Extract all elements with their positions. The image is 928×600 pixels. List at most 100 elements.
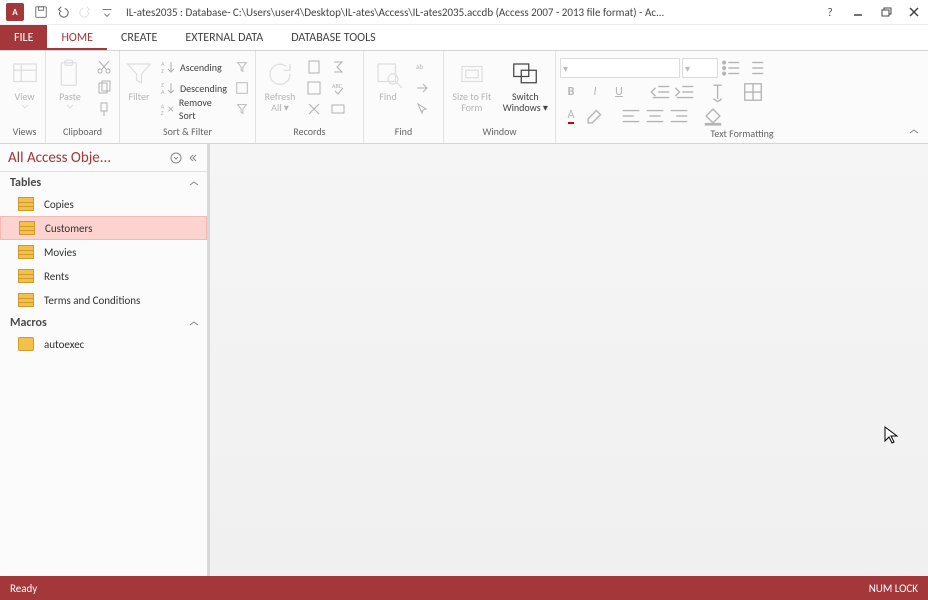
remove-sort-label: Remove Sort xyxy=(179,96,227,122)
size-to-fit-button[interactable]: Size to Fit Form xyxy=(448,57,496,123)
descending-button[interactable]: ZADescending xyxy=(158,78,229,98)
group-sort-filter-label: Sort & Filter xyxy=(124,125,251,141)
nav-item-copies[interactable]: Copies xyxy=(0,192,207,216)
font-size-combo[interactable]: ▾ xyxy=(682,58,718,78)
nav-item-movies[interactable]: Movies xyxy=(0,240,207,264)
sort-asc-icon: AZ xyxy=(160,59,176,75)
shutter-close-icon[interactable] xyxy=(185,151,199,165)
redo-icon[interactable] xyxy=(74,1,96,23)
nav-header[interactable]: All Access Obje... xyxy=(0,144,207,172)
nav-group-tables[interactable]: Tables xyxy=(0,172,207,192)
collapse-ribbon-icon[interactable] xyxy=(908,126,920,139)
bold-button[interactable]: B xyxy=(560,82,582,102)
new-record-button[interactable] xyxy=(304,57,324,77)
gridlines-button[interactable] xyxy=(742,82,764,102)
toggle-filter-button[interactable] xyxy=(233,99,251,119)
advanced-filter-button[interactable] xyxy=(233,78,251,98)
text-direction-button[interactable] xyxy=(708,82,730,102)
title-bar: A IL-ates2035 : Database- C:\Users\user4… xyxy=(0,0,928,25)
decrease-indent-button[interactable] xyxy=(650,82,672,102)
status-ready: Ready xyxy=(10,582,37,595)
window-title: IL-ates2035 : Database- C:\Users\user4\D… xyxy=(118,6,816,19)
refresh-icon xyxy=(265,59,295,89)
highlight-button[interactable] xyxy=(584,106,606,126)
group-window: Size to Fit Form Switch Windows ▾ Window xyxy=(444,51,556,143)
clipboard-small-buttons xyxy=(94,57,114,119)
table-icon xyxy=(18,269,34,283)
collapse-group-icon[interactable] xyxy=(189,177,199,190)
save-icon[interactable] xyxy=(30,1,52,23)
nav-group-macros[interactable]: Macros xyxy=(0,312,207,332)
ascending-button[interactable]: AZAscending xyxy=(158,57,229,77)
tab-create[interactable]: CREATE xyxy=(107,25,171,50)
svg-text:A: A xyxy=(161,104,165,110)
tab-database-tools[interactable]: DATABASE TOOLS xyxy=(277,25,389,50)
nav-group-macros-label: Macros xyxy=(10,316,47,330)
increase-indent-button[interactable] xyxy=(674,82,696,102)
replace-button[interactable]: ab xyxy=(412,57,434,77)
nav-item-customers[interactable]: Customers xyxy=(0,216,207,240)
tab-external-data[interactable]: EXTERNAL DATA xyxy=(171,25,277,50)
underline-button[interactable]: U xyxy=(608,82,630,102)
help-icon[interactable]: ? xyxy=(816,0,844,25)
font-color-button[interactable]: A xyxy=(560,106,582,126)
fill-color-button[interactable] xyxy=(702,106,724,126)
font-family-combo[interactable]: ▾ xyxy=(560,58,680,78)
collapse-group-icon[interactable] xyxy=(189,317,199,330)
group-text-formatting-label: Text Formatting xyxy=(560,127,924,141)
bullets-button[interactable] xyxy=(720,58,742,78)
delete-record-button[interactable] xyxy=(304,99,324,119)
tab-home[interactable]: HOME xyxy=(47,25,107,50)
qat-customize-icon[interactable] xyxy=(96,1,118,23)
nav-dropdown-icon[interactable] xyxy=(169,151,183,165)
cut-button[interactable] xyxy=(94,57,114,77)
more-icon xyxy=(330,101,346,117)
group-views-label: Views xyxy=(8,125,41,141)
minimize-button[interactable] xyxy=(844,0,872,25)
remove-sort-button[interactable]: AZRemove Sort xyxy=(158,99,229,119)
align-left-button[interactable] xyxy=(620,106,642,126)
view-button[interactable]: View xyxy=(8,57,41,123)
align-center-button[interactable] xyxy=(644,106,666,126)
more-records-button[interactable] xyxy=(328,99,348,119)
save-record-button[interactable] xyxy=(304,78,324,98)
numbering-button[interactable] xyxy=(744,58,766,78)
italic-button[interactable]: I xyxy=(584,82,606,102)
find-button[interactable]: Find xyxy=(368,57,408,123)
new-icon xyxy=(306,59,322,75)
size-to-fit-label: Size to Fit Form xyxy=(448,91,496,113)
group-clipboard: Paste Clipboard xyxy=(46,51,120,143)
tab-file[interactable]: FILE xyxy=(0,25,47,50)
nav-item-label: Customers xyxy=(45,222,92,235)
select-button[interactable] xyxy=(412,99,434,119)
group-find-label: Find xyxy=(368,125,439,141)
selection-filter-button[interactable] xyxy=(233,57,251,77)
copy-icon xyxy=(96,80,112,96)
sigma-icon xyxy=(330,59,346,75)
paste-button[interactable]: Paste xyxy=(50,57,90,123)
filter-button[interactable]: Filter xyxy=(124,57,154,123)
switch-windows-button[interactable]: Switch Windows ▾ xyxy=(500,57,551,123)
goto-button[interactable] xyxy=(412,78,434,98)
nav-item-terms[interactable]: Terms and Conditions xyxy=(0,288,207,312)
advanced-icon xyxy=(235,80,249,96)
totals-button[interactable] xyxy=(328,57,348,77)
group-records-label: Records xyxy=(260,125,359,141)
format-painter-button[interactable] xyxy=(94,99,114,119)
nav-item-autoexec[interactable]: autoexec xyxy=(0,332,207,356)
close-button[interactable] xyxy=(900,0,928,25)
nav-item-rents[interactable]: Rents xyxy=(0,264,207,288)
status-bar: Ready NUM LOCK xyxy=(0,576,928,600)
find-icon xyxy=(373,59,403,89)
refresh-all-button[interactable]: Refresh All ▾ xyxy=(260,57,300,123)
restore-button[interactable] xyxy=(872,0,900,25)
filter-icon xyxy=(124,59,154,89)
spelling-button[interactable]: ABC xyxy=(328,78,348,98)
app-icon: A xyxy=(6,3,24,21)
paste-icon xyxy=(55,59,85,89)
undo-icon[interactable] xyxy=(52,1,74,23)
spelling-icon: ABC xyxy=(330,80,346,96)
mouse-cursor-icon xyxy=(884,426,898,448)
align-right-button[interactable] xyxy=(668,106,690,126)
copy-button[interactable] xyxy=(94,78,114,98)
